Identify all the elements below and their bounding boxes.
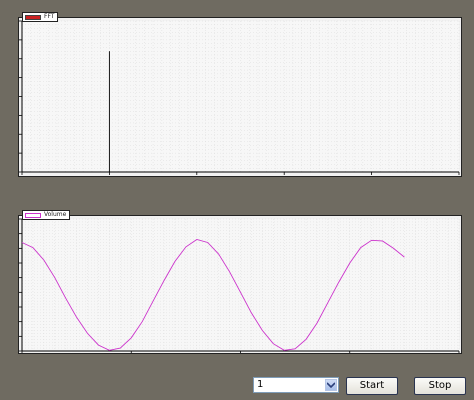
volume-chart-panel: 0102030400100200300400500600700800900 Vo… — [18, 210, 462, 354]
fft-legend: FFT — [22, 12, 59, 22]
volume-legend-swatch — [25, 212, 41, 218]
fft-legend-swatch — [25, 14, 41, 20]
channel-select-value: 1 — [257, 379, 264, 390]
fft-chart: -5051015200100200300400500600700800 — [19, 20, 460, 175]
volume-legend: Volume — [22, 210, 71, 220]
volume-legend-label: Volume — [44, 211, 67, 218]
start-button[interactable]: Start — [346, 377, 398, 395]
chevron-down-icon[interactable] — [325, 379, 337, 391]
fft-legend-label: FFT — [44, 13, 55, 20]
stop-button[interactable]: Stop — [414, 377, 466, 395]
channel-select[interactable]: 1 — [253, 377, 339, 393]
fft-chart-panel: -5051015200100200300400500600700800 FFT — [18, 12, 462, 177]
volume-chart: 0102030400100200300400500600700800900 — [19, 218, 460, 353]
